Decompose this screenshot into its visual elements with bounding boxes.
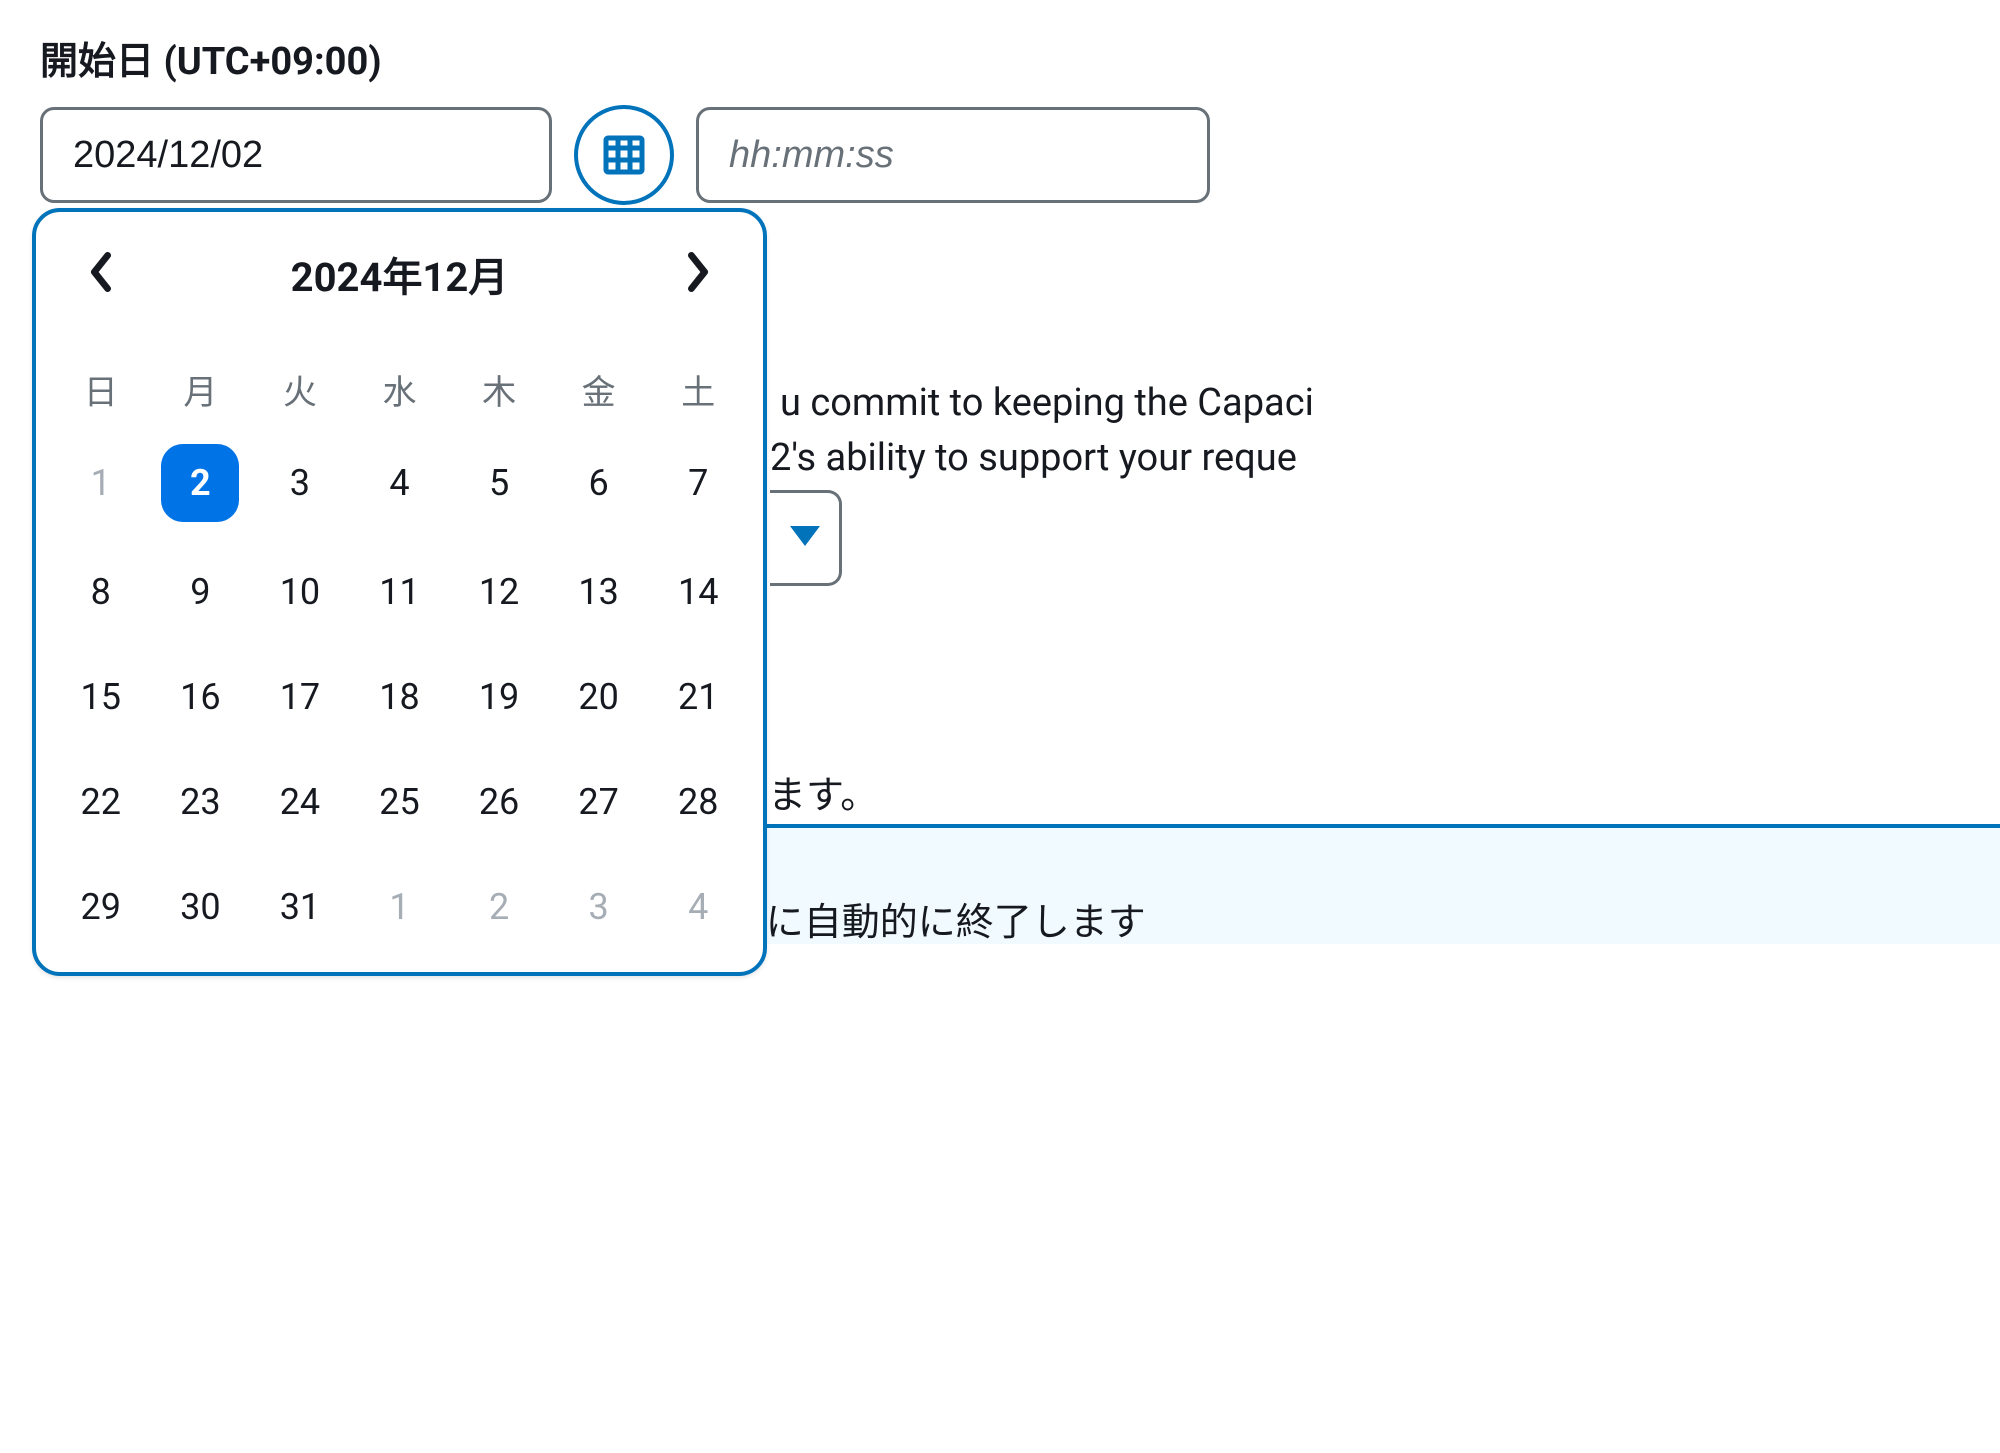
calendar-day[interactable]: 27: [549, 767, 649, 837]
weekday-label: 水: [350, 355, 450, 424]
weekdays-row: 日月火水木金土: [51, 355, 748, 424]
calendar-day[interactable]: 28: [648, 767, 748, 837]
date-input[interactable]: [40, 107, 552, 203]
time-input[interactable]: [696, 107, 1210, 203]
calendar-day[interactable]: 9: [151, 557, 251, 627]
calendar-button[interactable]: [574, 105, 674, 205]
calendar-day[interactable]: 1: [350, 872, 450, 942]
calendar-day[interactable]: 2: [161, 444, 239, 522]
next-month-button[interactable]: [673, 242, 723, 305]
background-text-commit: u commit to keeping the Capaci: [780, 375, 1314, 432]
weekday-label: 月: [151, 355, 251, 424]
calendar-day[interactable]: 24: [250, 767, 350, 837]
calendar-day[interactable]: 20: [549, 662, 649, 732]
calendar-day[interactable]: 6: [549, 444, 649, 522]
calendar-header: 2024年12月: [51, 242, 748, 305]
calendar-day[interactable]: 14: [648, 557, 748, 627]
calendar-day[interactable]: 12: [449, 557, 549, 627]
calendar-day[interactable]: 22: [51, 767, 151, 837]
start-date-label: 開始日 (UTC+09:00): [40, 30, 1960, 85]
calendar-day[interactable]: 30: [151, 872, 251, 942]
calendar-day[interactable]: 16: [151, 662, 251, 732]
chevron-left-icon: [86, 252, 116, 295]
calendar-day[interactable]: 18: [350, 662, 450, 732]
background-text-masu: ます。: [768, 768, 878, 825]
weekday-label: 火: [250, 355, 350, 424]
calendar-day[interactable]: 4: [350, 444, 450, 522]
calendar-day[interactable]: 2: [449, 872, 549, 942]
calendar-icon: [600, 130, 648, 181]
calendar-day[interactable]: 15: [51, 662, 151, 732]
calendar-day[interactable]: 3: [549, 872, 649, 942]
calendar-day[interactable]: 1: [51, 444, 151, 522]
calendar-day[interactable]: 10: [250, 557, 350, 627]
calendar-day[interactable]: 26: [449, 767, 549, 837]
calendar-day[interactable]: 21: [648, 662, 748, 732]
calendar-day[interactable]: 25: [350, 767, 450, 837]
input-row: [40, 105, 1960, 205]
calendar-day[interactable]: 8: [51, 557, 151, 627]
calendar-day[interactable]: 7: [648, 444, 748, 522]
weekday-label: 金: [549, 355, 649, 424]
month-title: 2024年12月: [291, 245, 509, 303]
prev-month-button[interactable]: [76, 242, 126, 305]
calendar-day[interactable]: 11: [350, 557, 450, 627]
weekday-label: 土: [648, 355, 748, 424]
weekday-label: 木: [449, 355, 549, 424]
dropdown-partial[interactable]: [770, 490, 842, 586]
chevron-down-icon: [790, 526, 820, 550]
weekday-label: 日: [51, 355, 151, 424]
calendar-day[interactable]: 3: [250, 444, 350, 522]
calendar-day[interactable]: 17: [250, 662, 350, 732]
calendar-day[interactable]: 4: [648, 872, 748, 942]
calendar-day[interactable]: 31: [250, 872, 350, 942]
calendar-popup: 2024年12月 日月火水木金土 12345678910111213141516…: [32, 208, 767, 976]
calendar-day[interactable]: 5: [449, 444, 549, 522]
calendar-day[interactable]: 23: [151, 767, 251, 837]
calendar-day[interactable]: 13: [549, 557, 649, 627]
chevron-right-icon: [683, 252, 713, 295]
calendar-day[interactable]: 29: [51, 872, 151, 942]
background-text-ability: 2's ability to support your reque: [770, 430, 1297, 487]
calendar-day[interactable]: 19: [449, 662, 549, 732]
days-grid: 1234567891011121314151617181920212223242…: [51, 444, 748, 942]
